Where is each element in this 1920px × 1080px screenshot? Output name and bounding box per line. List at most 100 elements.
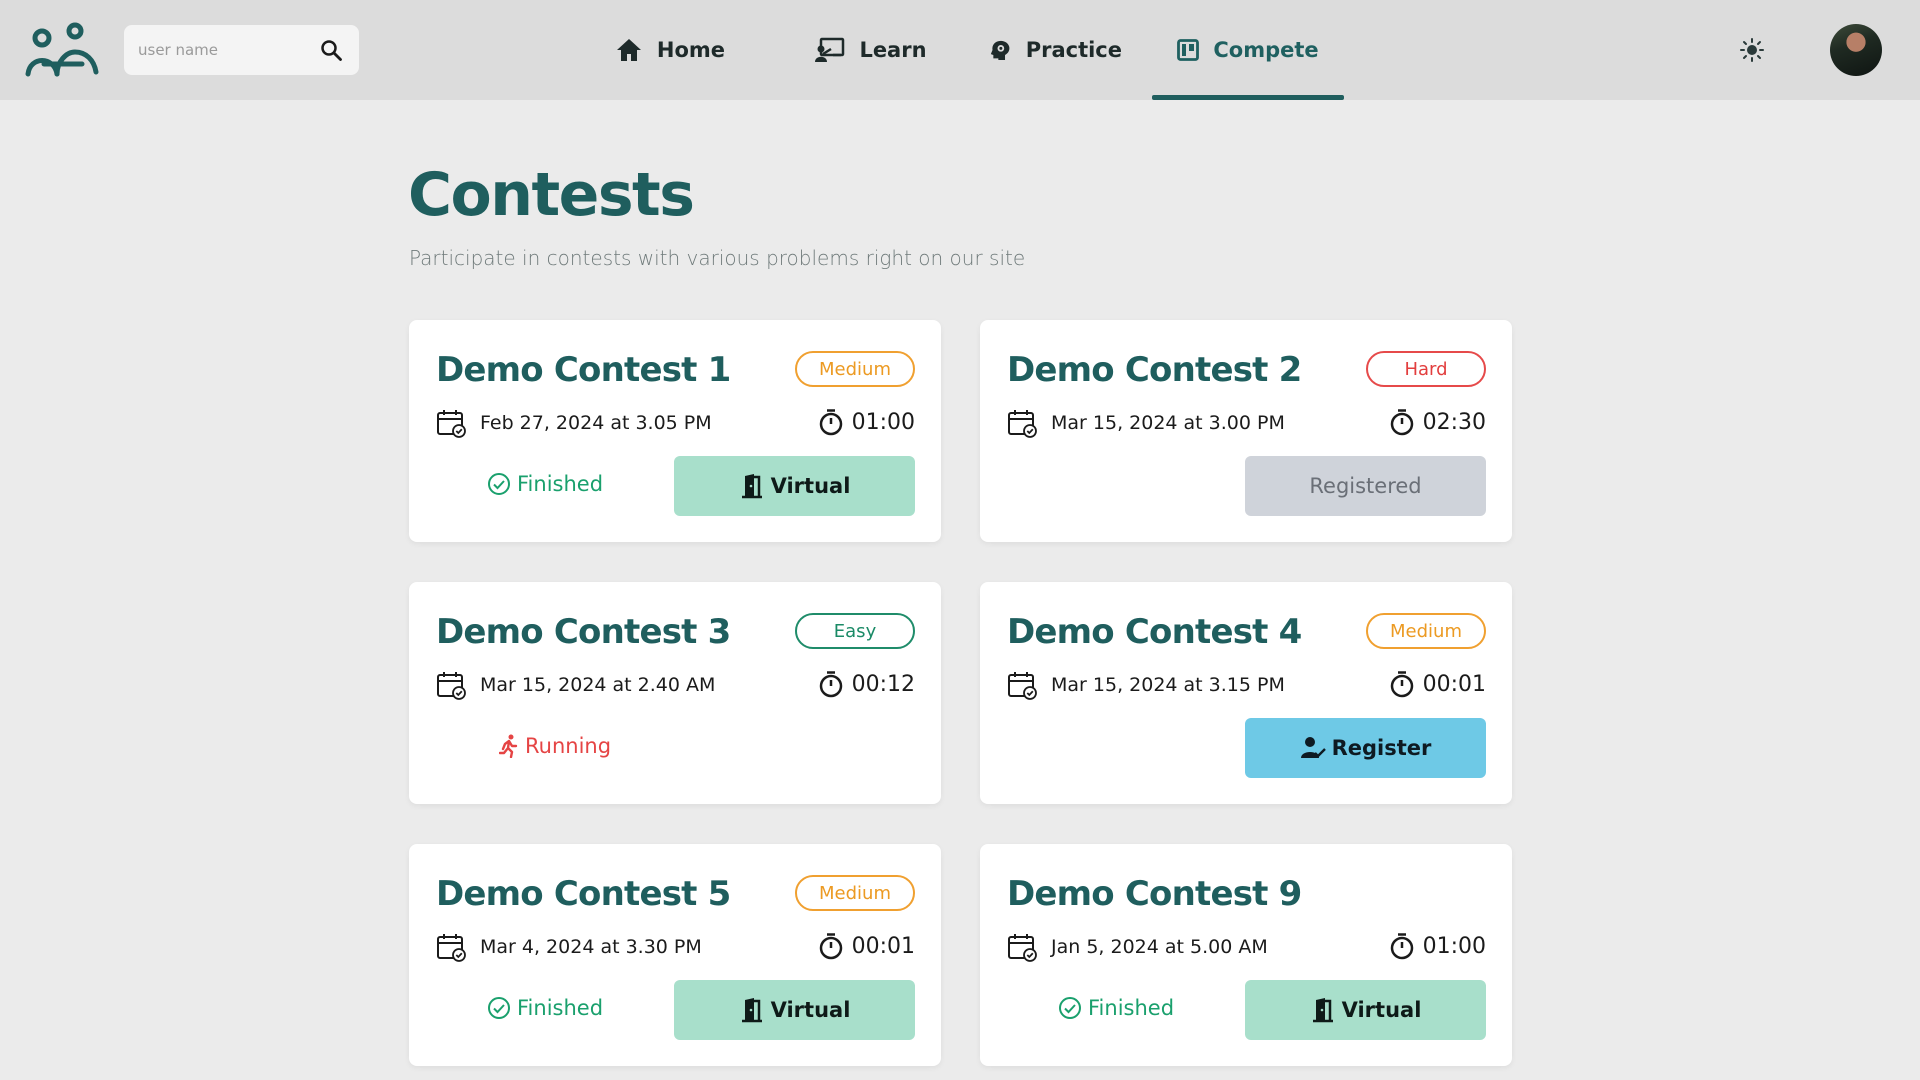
nav-compete[interactable]: Compete [1152, 0, 1344, 100]
calendar-check-icon [437, 672, 466, 700]
virtual-button-label: Virtual [770, 998, 851, 1022]
contest-date-text: Mar 15, 2024 at 2.40 AM [480, 674, 716, 696]
virtual-button-label: Virtual [770, 474, 851, 498]
nav-compete-label: Compete [1213, 38, 1319, 62]
page-subtitle: Participate in contests with various pro… [409, 246, 1026, 270]
contest-duration-text: 00:01 [851, 933, 915, 959]
register-button-label: Register [1331, 736, 1432, 760]
contest-date-text: Mar 4, 2024 at 3.30 PM [480, 936, 702, 958]
avatar[interactable] [1830, 24, 1882, 76]
difficulty-badge: Medium [795, 875, 915, 911]
stopwatch-icon [819, 671, 842, 698]
contest-date: Jan 5, 2024 at 5.00 AM [1007, 932, 1268, 962]
contest-card: Demo Contest 9 Jan 5, 2024 at 5.00 AM 01… [980, 844, 1512, 1066]
difficulty-badge: Medium [795, 351, 915, 387]
nav-practice[interactable]: Practice [990, 0, 1122, 100]
top-navbar: Home Learn Practice Compete [0, 0, 1920, 100]
contest-duration: 01:00 [818, 408, 915, 436]
check-circle-icon [1059, 997, 1081, 1019]
contest-duration-text: 02:30 [1422, 409, 1486, 435]
door-open-icon [1312, 998, 1333, 1023]
contest-title[interactable]: Demo Contest 2 [1007, 350, 1302, 390]
teacher-board-icon [815, 37, 845, 62]
contest-card: Demo Contest 3 Easy Mar 15, 2024 at 2.40… [409, 582, 941, 804]
contest-title[interactable]: Demo Contest 5 [436, 874, 731, 914]
search-box [124, 25, 359, 75]
contest-card: Demo Contest 1 Medium Feb 27, 2024 at 3.… [409, 320, 941, 542]
contest-date-text: Jan 5, 2024 at 5.00 AM [1051, 936, 1268, 958]
check-circle-icon [488, 997, 510, 1019]
calendar-check-icon [1008, 934, 1037, 962]
contest-date: Feb 27, 2024 at 3.05 PM [436, 408, 712, 438]
calendar-check-icon [437, 410, 466, 438]
contest-card: Demo Contest 5 Medium Mar 4, 2024 at 3.3… [409, 844, 941, 1066]
page-title: Contests [408, 160, 695, 230]
virtual-button[interactable]: Virtual [674, 980, 915, 1040]
contest-duration: 01:00 [1389, 932, 1486, 960]
search-icon[interactable] [319, 38, 343, 62]
status-finished: Finished [487, 472, 603, 496]
contest-duration: 02:30 [1389, 408, 1486, 436]
virtual-button[interactable]: Virtual [1245, 980, 1486, 1040]
contest-title[interactable]: Demo Contest 4 [1007, 612, 1302, 652]
contest-date-text: Mar 15, 2024 at 3.00 PM [1051, 412, 1285, 434]
contest-duration-text: 00:12 [851, 671, 915, 697]
contest-date: Mar 15, 2024 at 2.40 AM [436, 670, 715, 700]
stopwatch-icon [819, 409, 842, 436]
status-text: Finished [517, 996, 604, 1020]
search-input[interactable] [138, 41, 308, 59]
sun-icon[interactable] [1738, 36, 1766, 64]
registered-button-label: Registered [1309, 474, 1422, 498]
check-circle-icon [488, 473, 510, 495]
contest-title[interactable]: Demo Contest 9 [1007, 874, 1302, 914]
contest-title[interactable]: Demo Contest 3 [436, 612, 731, 652]
contest-duration: 00:01 [1389, 670, 1486, 698]
user-check-icon [1300, 737, 1326, 758]
difficulty-badge: Easy [795, 613, 915, 649]
contest-card: Demo Contest 4 Medium Mar 15, 2024 at 3.… [980, 582, 1512, 804]
status-running: Running [499, 734, 611, 758]
calendar-check-icon [1008, 410, 1037, 438]
contest-duration-text: 01:00 [1422, 933, 1486, 959]
registered-button[interactable]: Registered [1245, 456, 1486, 516]
home-icon [616, 39, 641, 61]
stopwatch-icon [819, 933, 842, 960]
nav-learn-label: Learn [859, 38, 927, 62]
contest-date-text: Mar 15, 2024 at 3.15 PM [1051, 674, 1285, 696]
running-person-icon [499, 734, 518, 758]
contest-date: Mar 15, 2024 at 3.00 PM [1007, 408, 1285, 438]
stopwatch-icon [1390, 409, 1413, 436]
calendar-check-icon [1008, 672, 1037, 700]
contest-title[interactable]: Demo Contest 1 [436, 350, 731, 390]
contest-duration-text: 01:00 [851, 409, 915, 435]
contest-card: Demo Contest 2 Hard Mar 15, 2024 at 3.00… [980, 320, 1512, 542]
contest-date: Mar 15, 2024 at 3.15 PM [1007, 670, 1285, 700]
difficulty-badge: Hard [1366, 351, 1486, 387]
contest-duration: 00:12 [818, 670, 915, 698]
virtual-button-label: Virtual [1341, 998, 1422, 1022]
status-text: Finished [517, 472, 604, 496]
contest-date-text: Feb 27, 2024 at 3.05 PM [480, 412, 712, 434]
stopwatch-icon [1390, 671, 1413, 698]
nav-practice-label: Practice [1025, 38, 1122, 62]
door-open-icon [741, 474, 762, 499]
status-text: Finished [1088, 996, 1175, 1020]
status-finished: Finished [1058, 996, 1174, 1020]
nav-home-label: Home [656, 38, 726, 62]
door-open-icon [741, 998, 762, 1023]
contest-duration-text: 00:01 [1422, 671, 1486, 697]
contest-duration: 00:01 [818, 932, 915, 960]
status-text: Running [525, 734, 612, 758]
difficulty-badge: Medium [1366, 613, 1486, 649]
virtual-button[interactable]: Virtual [674, 456, 915, 516]
calendar-check-icon [437, 934, 466, 962]
people-logo-icon[interactable] [24, 22, 100, 78]
register-button[interactable]: Register [1245, 718, 1486, 778]
board-icon [1177, 39, 1200, 61]
head-gear-icon [990, 40, 1010, 61]
nav-home[interactable]: Home [610, 0, 730, 100]
nav-learn[interactable]: Learn [806, 0, 936, 100]
status-finished: Finished [487, 996, 603, 1020]
contest-date: Mar 4, 2024 at 3.30 PM [436, 932, 702, 962]
stopwatch-icon [1390, 933, 1413, 960]
